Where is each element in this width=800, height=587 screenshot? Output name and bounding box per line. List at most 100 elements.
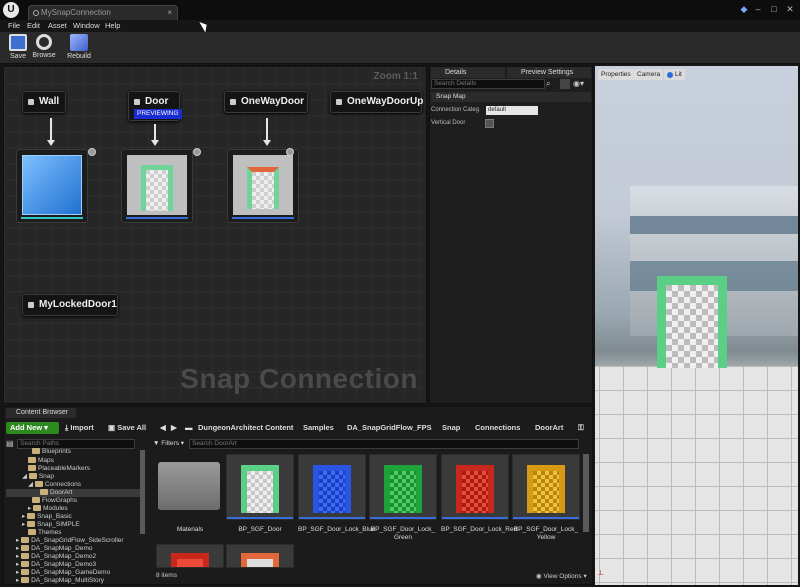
info-badge-icon	[193, 148, 201, 156]
preview-viewport[interactable]	[595, 66, 798, 585]
asset-bp-sgf-door[interactable]	[226, 454, 294, 520]
tree-item[interactable]: ▸ DA_SnapMap_Demo2	[16, 553, 96, 561]
folder-icon	[32, 497, 40, 503]
import-button[interactable]: ⤓ Import	[65, 422, 94, 434]
menu-file[interactable]: File	[8, 20, 20, 32]
folder-icon	[21, 537, 30, 543]
rebuild-button[interactable]: Rebuild	[64, 34, 94, 60]
tree-item[interactable]: Blueprints	[32, 448, 71, 456]
connection-category-field[interactable]: default	[486, 106, 538, 115]
items-count: 8 items	[156, 572, 177, 579]
tab-preview-settings[interactable]: Preview Settings	[507, 67, 591, 78]
axis-gizmo-icon: ⟂	[598, 568, 604, 577]
maximize-icon[interactable]: □	[766, 3, 782, 15]
tab-my-snap-connection[interactable]: MySnapConnection ×	[28, 5, 178, 20]
tree-item[interactable]: Themes	[28, 529, 61, 537]
breadcrumb-2[interactable]: DA_SnapGridFlow_FPS	[347, 422, 432, 434]
search-details-input[interactable]: Search Details	[431, 79, 545, 89]
browse-label: Browse	[32, 52, 56, 59]
tree-item[interactable]: ▸ DA_SnapMap_Demo3	[16, 561, 96, 569]
save-all-button[interactable]: ▣ Save All	[108, 422, 146, 434]
camera-button[interactable]: Camera	[634, 69, 664, 80]
menu-asset[interactable]: Asset	[48, 20, 67, 32]
tree-item[interactable]: ▸ Snap_SIMPLE	[22, 521, 80, 529]
view-options-button[interactable]: ◉ View Options ▾	[536, 572, 587, 580]
lock-icon[interactable]: ⚿	[578, 422, 584, 434]
asset-materials-folder[interactable]	[156, 454, 224, 520]
tree-scrollbar[interactable]	[140, 450, 145, 534]
folder-icon	[32, 448, 40, 454]
grid-floor	[595, 366, 798, 585]
asset-type-bar	[299, 517, 365, 519]
grid-view-icon[interactable]	[560, 79, 570, 89]
minimize-icon[interactable]: –	[750, 3, 766, 15]
asset-bp-sgf-door-lock-green[interactable]	[369, 454, 437, 520]
unreal-logo-icon[interactable]: U	[3, 2, 19, 18]
tree-item[interactable]: Maps	[28, 457, 54, 465]
close-window-icon[interactable]: ✕	[782, 3, 798, 15]
tree-label: DA_SnapMap_Demo	[31, 545, 93, 552]
toolbar	[0, 32, 800, 64]
tree-item[interactable]: ▸ Snap_Basic	[22, 513, 72, 521]
tree-item[interactable]: ◢ Snap	[22, 473, 54, 481]
tree-item[interactable]: FlowGraphs	[32, 497, 77, 505]
asset-label: BP_SGF_Door_Lock_Red	[441, 526, 518, 533]
asset-bp-sgf-door-lock-blue[interactable]	[298, 454, 366, 520]
tree-item-selected[interactable]: DoorArt	[6, 489, 140, 497]
add-new-button[interactable]: Add New ▾	[6, 422, 59, 434]
green-door-thumbnail	[384, 465, 422, 513]
asset-bp-sgf-door-lock-yellow[interactable]	[512, 454, 580, 520]
asset-door-partial[interactable]	[226, 544, 294, 568]
one-way-door-preview-node[interactable]	[227, 149, 299, 223]
menu-help[interactable]: Help	[105, 20, 120, 32]
red-door-thumbnail	[171, 553, 209, 567]
connection-arrow	[50, 118, 52, 142]
tree-item[interactable]: ▸ DA_SnapMap_GameDemo	[16, 569, 110, 577]
asset-dot-icon	[33, 10, 39, 16]
breadcrumb-4[interactable]: Connections	[475, 422, 520, 434]
properties-button[interactable]: Properties	[598, 69, 634, 80]
eye-icon[interactable]: ◉▾	[573, 79, 591, 89]
breadcrumb-1[interactable]: Samples	[303, 422, 334, 434]
vertical-door-checkbox[interactable]	[485, 119, 494, 128]
nav-back-icon[interactable]: ◀	[160, 422, 166, 434]
door-preview-node[interactable]	[121, 149, 193, 223]
asset-bp-sgf-door-lock-red[interactable]	[441, 454, 509, 520]
tree-item[interactable]: ▸ DA_SnapMap_MultiStory	[16, 577, 104, 584]
blue-door-thumbnail	[313, 465, 351, 513]
close-tab-icon[interactable]: ×	[167, 6, 172, 20]
red-door-thumbnail	[456, 465, 494, 513]
node-one-way-door[interactable]: OneWayDoor	[224, 91, 308, 113]
breadcrumb-5[interactable]: DoorArt	[535, 422, 563, 434]
breadcrumb-0[interactable]: DungeonArchitect Content	[198, 422, 293, 434]
asset-red-door-partial[interactable]	[156, 544, 224, 568]
save-all-icon: ▣	[108, 423, 116, 432]
browse-button[interactable]: Browse	[29, 34, 59, 59]
folder-tree: Blueprints Maps PlaceableMarkers ◢ Snap …	[6, 448, 140, 584]
node-wall[interactable]: Wall	[22, 91, 66, 113]
asset-scrollbar[interactable]	[583, 454, 589, 532]
menu-edit[interactable]: Edit	[27, 20, 40, 32]
folder-icon	[28, 465, 36, 471]
tree-item[interactable]: ▸ DA_SnapGridFlow_SideScroller	[16, 537, 124, 545]
tree-item[interactable]: ◢ Connections	[28, 481, 81, 489]
tab-content-browser[interactable]: Content Browser	[6, 408, 76, 418]
wall-preview-node[interactable]	[16, 149, 88, 223]
breadcrumb-3[interactable]: Snap	[442, 422, 460, 434]
node-my-locked-door[interactable]: MyLockedDoor1	[22, 294, 118, 316]
folder-icon[interactable]: ▬	[185, 422, 193, 434]
nav-forward-icon[interactable]: ▶	[171, 422, 177, 434]
node-door[interactable]: Door PREVIEWING	[128, 91, 182, 121]
node-one-way-door-up[interactable]: OneWayDoorUp	[330, 91, 423, 113]
thumb-bar	[21, 217, 83, 219]
tree-item[interactable]: ▸ DA_SnapMap_Demo	[16, 545, 93, 553]
filters-button[interactable]: ▼ Filters ▾	[153, 439, 184, 449]
tree-item[interactable]: ▸ Modules	[28, 505, 68, 513]
tree-item[interactable]: PlaceableMarkers	[28, 465, 90, 473]
menu-window[interactable]: Window	[73, 20, 100, 32]
asset-label: BP_SGF_Door	[238, 526, 282, 533]
tree-label: DA_SnapMap_Demo2	[31, 553, 97, 560]
tab-details[interactable]: Details	[431, 67, 505, 78]
graph-editor[interactable]: Zoom 1:1 Snap Connection	[3, 66, 427, 404]
search-doorart-input[interactable]: Search DoorArt	[189, 439, 579, 449]
